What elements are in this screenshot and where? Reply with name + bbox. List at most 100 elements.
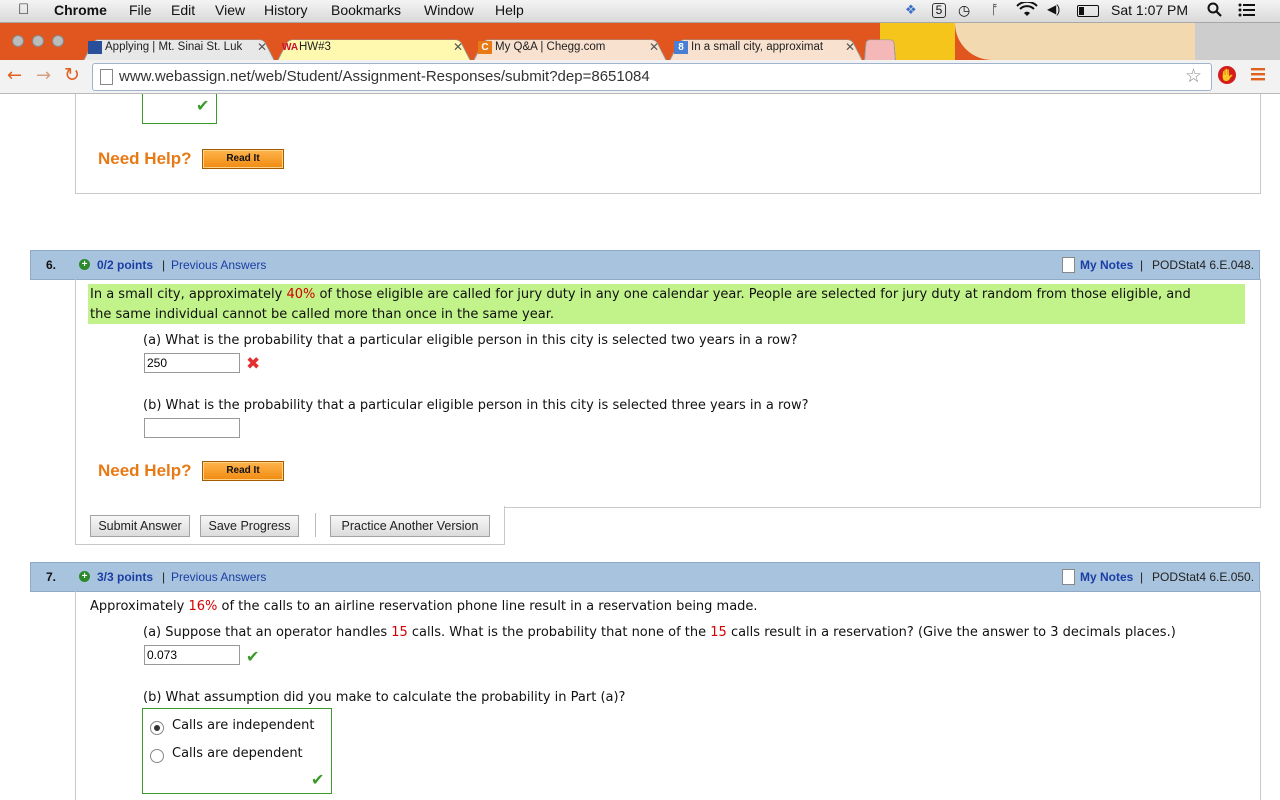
radio-independent[interactable] [150, 721, 164, 735]
site-favicon-icon [88, 41, 102, 54]
menu-window[interactable]: Window [424, 2, 474, 18]
part-b-question: (b) What assumption did you make to calc… [143, 690, 626, 705]
chegg-favicon-icon: C [478, 41, 492, 54]
read-it-button[interactable]: Read It [202, 149, 284, 169]
webassign-favicon-icon: WA [282, 42, 299, 53]
window-close-button[interactable] [12, 35, 24, 47]
tab-title: My Q&A | Chegg.com [495, 41, 606, 53]
question-number: 7. [46, 570, 57, 584]
check-icon: ✔ [246, 647, 260, 666]
menu-app-name[interactable]: Chrome [54, 2, 107, 18]
answer-box-correct: ✔ [142, 94, 217, 124]
address-bar[interactable]: www.webassign.net/web/Student/Assignment… [92, 63, 1212, 91]
tab-title: HW#3 [299, 41, 331, 53]
shield-icon[interactable]: 5 [932, 3, 946, 18]
menu-history[interactable]: History [264, 2, 308, 18]
bluetooth-icon[interactable]: ᚩ [991, 2, 999, 17]
separator: | [162, 258, 166, 272]
need-help-label: Need Help? [98, 149, 192, 168]
apple-icon[interactable]:  [18, 1, 29, 18]
my-notes-link[interactable]: My Notes [1080, 258, 1133, 272]
question-text-part: Approximately [90, 599, 189, 614]
points-link[interactable]: 0/2 points [97, 258, 153, 272]
window-minimize-button[interactable] [32, 35, 44, 47]
tab-close-icon[interactable]: ✕ [845, 40, 855, 54]
submit-answer-button[interactable]: Submit Answer [90, 515, 190, 537]
points-link[interactable]: 3/3 points [97, 570, 153, 584]
google-favicon-icon: 8 [674, 41, 688, 54]
part-a-answer-input[interactable] [144, 353, 240, 373]
part-a-question: (a) Suppose that an operator handles 15 … [143, 623, 1176, 643]
new-tab-button[interactable] [864, 36, 896, 60]
expand-plus-icon[interactable]: + [79, 571, 90, 582]
part-b-question: (b) What is the probability that a parti… [143, 398, 809, 413]
option-label[interactable]: Calls are independent [172, 718, 315, 733]
number-value: 15 [391, 625, 408, 640]
window-zoom-button[interactable] [52, 35, 64, 47]
question-text-part: of the calls to an airline reservation p… [217, 599, 758, 614]
number-value: 15 [710, 625, 727, 640]
wifi-icon[interactable] [1016, 0, 1038, 21]
tab-applying[interactable]: Applying | Mt. Sinai St. Luk ✕ [83, 36, 275, 60]
question-reference: PODStat4 6.E.050. [1152, 570, 1255, 584]
need-help-label: Need Help? [98, 461, 192, 480]
separator: | [162, 570, 166, 584]
question-text-part: In a small city, approximately [90, 287, 287, 302]
read-it-button[interactable]: Read It [202, 461, 284, 481]
part-b-answer-input[interactable] [144, 418, 240, 438]
address-url: www.webassign.net/web/Student/Assignment… [119, 68, 650, 85]
question-6-header: 6. + 0/2 points | Previous Answers My No… [30, 250, 1260, 280]
reload-icon[interactable]: ↻ [64, 64, 80, 86]
time-machine-icon[interactable]: ◷ [958, 2, 970, 19]
save-progress-button[interactable]: Save Progress [200, 515, 299, 537]
menu-bookmarks[interactable]: Bookmarks [331, 2, 401, 18]
tab-hw3[interactable]: WA HW#3 ✕ [277, 36, 471, 60]
battery-icon[interactable] [1077, 5, 1099, 17]
tab-title: In a small city, approximat [691, 41, 824, 53]
question-text-part: calls. What is the probability that none… [407, 625, 711, 640]
previous-answers-link[interactable]: Previous Answers [171, 258, 266, 272]
my-notes-link[interactable]: My Notes [1080, 570, 1133, 584]
menu-help[interactable]: Help [495, 2, 524, 18]
tab-close-icon[interactable]: ✕ [649, 40, 659, 54]
theme-decoration [955, 23, 1195, 60]
tab-close-icon[interactable]: ✕ [257, 40, 267, 54]
tab-close-icon[interactable]: ✕ [453, 40, 463, 54]
incorrect-x-icon: ✖ [246, 354, 261, 374]
question-7-header: 7. + 3/3 points | Previous Answers My No… [30, 562, 1260, 592]
volume-icon[interactable]: ◀) [1047, 2, 1060, 16]
separator: | [1140, 570, 1144, 584]
part-a-question: (a) What is the probability that a parti… [143, 333, 798, 348]
spotlight-search-icon[interactable] [1207, 2, 1223, 21]
radio-dependent[interactable] [150, 749, 164, 763]
expand-plus-icon[interactable]: + [79, 259, 90, 270]
chrome-menu-icon[interactable] [1250, 66, 1266, 86]
bookmark-star-icon[interactable]: ☆ [1185, 65, 1202, 87]
check-icon: ✔ [311, 770, 325, 789]
part-a-answer-input[interactable] [144, 645, 240, 665]
back-arrow-icon[interactable]: ← [7, 65, 22, 86]
notification-center-icon[interactable] [1238, 2, 1256, 21]
menu-file[interactable]: File [129, 2, 152, 18]
question-text-part: the same individual cannot be called mor… [90, 307, 554, 322]
forward-arrow-icon[interactable]: → [36, 65, 51, 86]
question-reference: PODStat4 6.E.048. [1152, 258, 1255, 272]
dropbox-icon[interactable]: ❖ [905, 2, 917, 18]
notes-icon[interactable] [1062, 569, 1075, 585]
tab-chegg[interactable]: C My Q&A | Chegg.com ✕ [473, 36, 667, 60]
previous-answers-link[interactable]: Previous Answers [171, 570, 266, 584]
separator: | [1140, 258, 1144, 272]
menubar-clock[interactable]: Sat 1:07 PM [1111, 2, 1188, 18]
menu-edit[interactable]: Edit [171, 2, 195, 18]
notes-icon[interactable] [1062, 257, 1075, 273]
option-label[interactable]: Calls are dependent [172, 746, 303, 761]
percentage-value: 40% [286, 287, 316, 302]
question-number: 6. [46, 258, 57, 272]
check-icon: ✔ [196, 96, 210, 115]
tab-google-search[interactable]: 8 In a small city, approximat ✕ [669, 36, 863, 60]
question-5-box [75, 94, 1261, 194]
practice-another-version-button[interactable]: Practice Another Version [330, 515, 490, 537]
menu-view[interactable]: View [215, 2, 245, 18]
question-text-part: calls result in a reservation? (Give the… [726, 625, 1176, 640]
adblock-icon[interactable]: ✋ [1218, 66, 1236, 84]
